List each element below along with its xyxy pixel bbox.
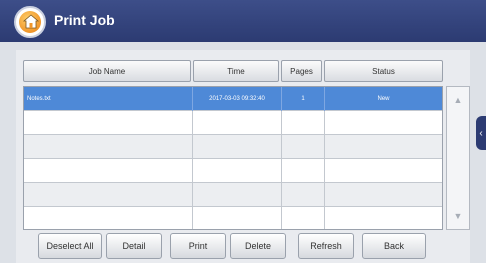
home-icon xyxy=(22,14,40,29)
print-job-table: Notes.txt 2017-03-03 09:32:40 1 New xyxy=(23,86,443,230)
cell-time xyxy=(193,159,282,183)
cell-status xyxy=(325,183,442,207)
print-job-screen: Print Job Job Name Time Pages Status Not… xyxy=(0,0,486,263)
cell-job-name xyxy=(24,207,193,229)
table-row[interactable]: Notes.txt 2017-03-03 09:32:40 1 New xyxy=(24,87,442,111)
back-button[interactable]: Back xyxy=(362,233,426,259)
side-panel-tab[interactable]: ‹ xyxy=(476,116,486,150)
column-header-status[interactable]: Status xyxy=(324,60,443,82)
cell-time xyxy=(193,111,282,135)
table-row[interactable] xyxy=(24,183,442,207)
cell-status xyxy=(325,207,442,229)
cell-pages xyxy=(282,159,325,183)
table-row[interactable] xyxy=(24,159,442,183)
cell-pages: 1 xyxy=(282,87,325,111)
cell-job-name xyxy=(24,159,193,183)
home-button[interactable] xyxy=(14,6,46,38)
cell-status: New xyxy=(377,96,390,102)
page-title: Print Job xyxy=(54,12,115,28)
cell-status xyxy=(325,159,442,183)
cell-pages xyxy=(282,183,325,207)
table-row[interactable] xyxy=(24,135,442,159)
cell-pages xyxy=(282,207,325,229)
column-header-job-name[interactable]: Job Name xyxy=(23,60,191,82)
deselect-all-button[interactable]: Deselect All xyxy=(38,233,102,259)
cell-job-name xyxy=(24,135,193,159)
cell-job-name xyxy=(24,183,193,207)
column-header-pages[interactable]: Pages xyxy=(281,60,322,82)
cell-time: 2017-03-03 09:32:40 xyxy=(193,87,282,111)
cell-job-name: Notes.txt xyxy=(24,87,193,111)
cell-pages xyxy=(282,111,325,135)
cell-pages xyxy=(282,135,325,159)
scroll-down-arrow-icon[interactable]: ▼ xyxy=(450,209,466,223)
chevron-left-icon: ‹ xyxy=(479,127,483,139)
refresh-button[interactable]: Refresh xyxy=(298,233,354,259)
cell-time xyxy=(193,183,282,207)
table-scrollbar[interactable]: ▲ ▼ xyxy=(446,86,470,230)
cell-time xyxy=(193,207,282,229)
print-button[interactable]: Print xyxy=(170,233,226,259)
detail-button[interactable]: Detail xyxy=(106,233,162,259)
cell-time xyxy=(193,135,282,159)
delete-button[interactable]: Delete xyxy=(230,233,286,259)
cell-job-name xyxy=(24,111,193,135)
column-header-time[interactable]: Time xyxy=(193,60,279,82)
title-bar: Print Job xyxy=(0,0,486,42)
scroll-up-arrow-icon[interactable]: ▲ xyxy=(450,93,466,107)
table-row[interactable] xyxy=(24,111,442,135)
cell-status xyxy=(325,135,442,159)
table-row[interactable] xyxy=(24,207,442,229)
cell-status xyxy=(325,111,442,135)
